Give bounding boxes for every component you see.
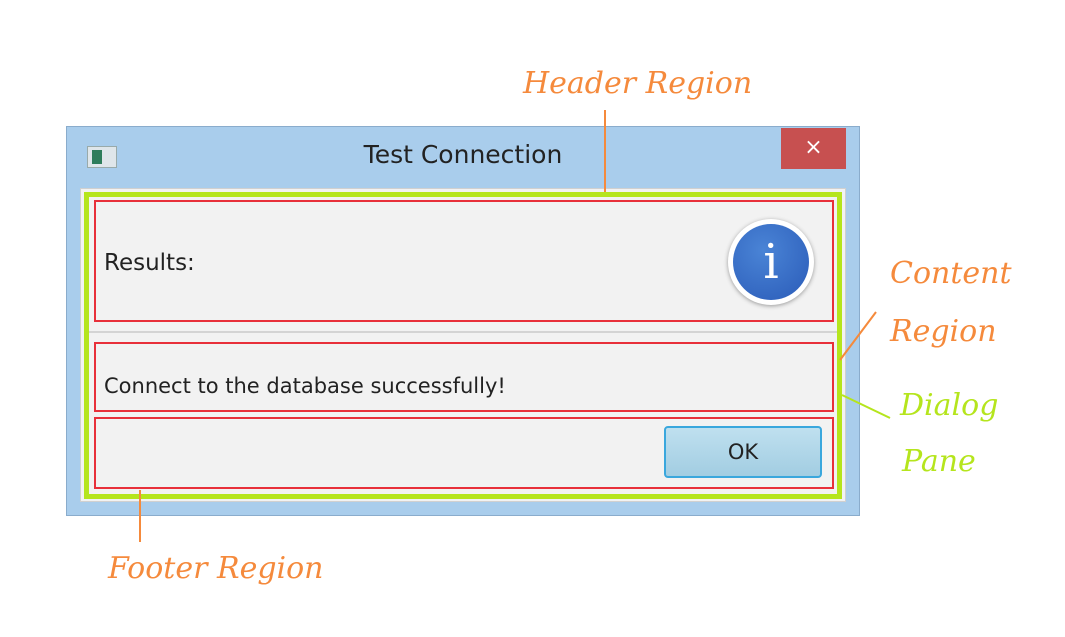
content-leader-line — [839, 311, 877, 361]
content-region-label-2: Region — [890, 314, 997, 349]
pane-leader-line — [841, 394, 891, 419]
dialog-pane-label-1: Dialog — [900, 388, 999, 423]
dialog-pane-label-2: Pane — [902, 444, 976, 479]
header-region-label: Header Region — [523, 66, 753, 101]
footer-region-label: Footer Region — [108, 551, 324, 586]
content-region-label-1: Content — [890, 256, 1012, 291]
